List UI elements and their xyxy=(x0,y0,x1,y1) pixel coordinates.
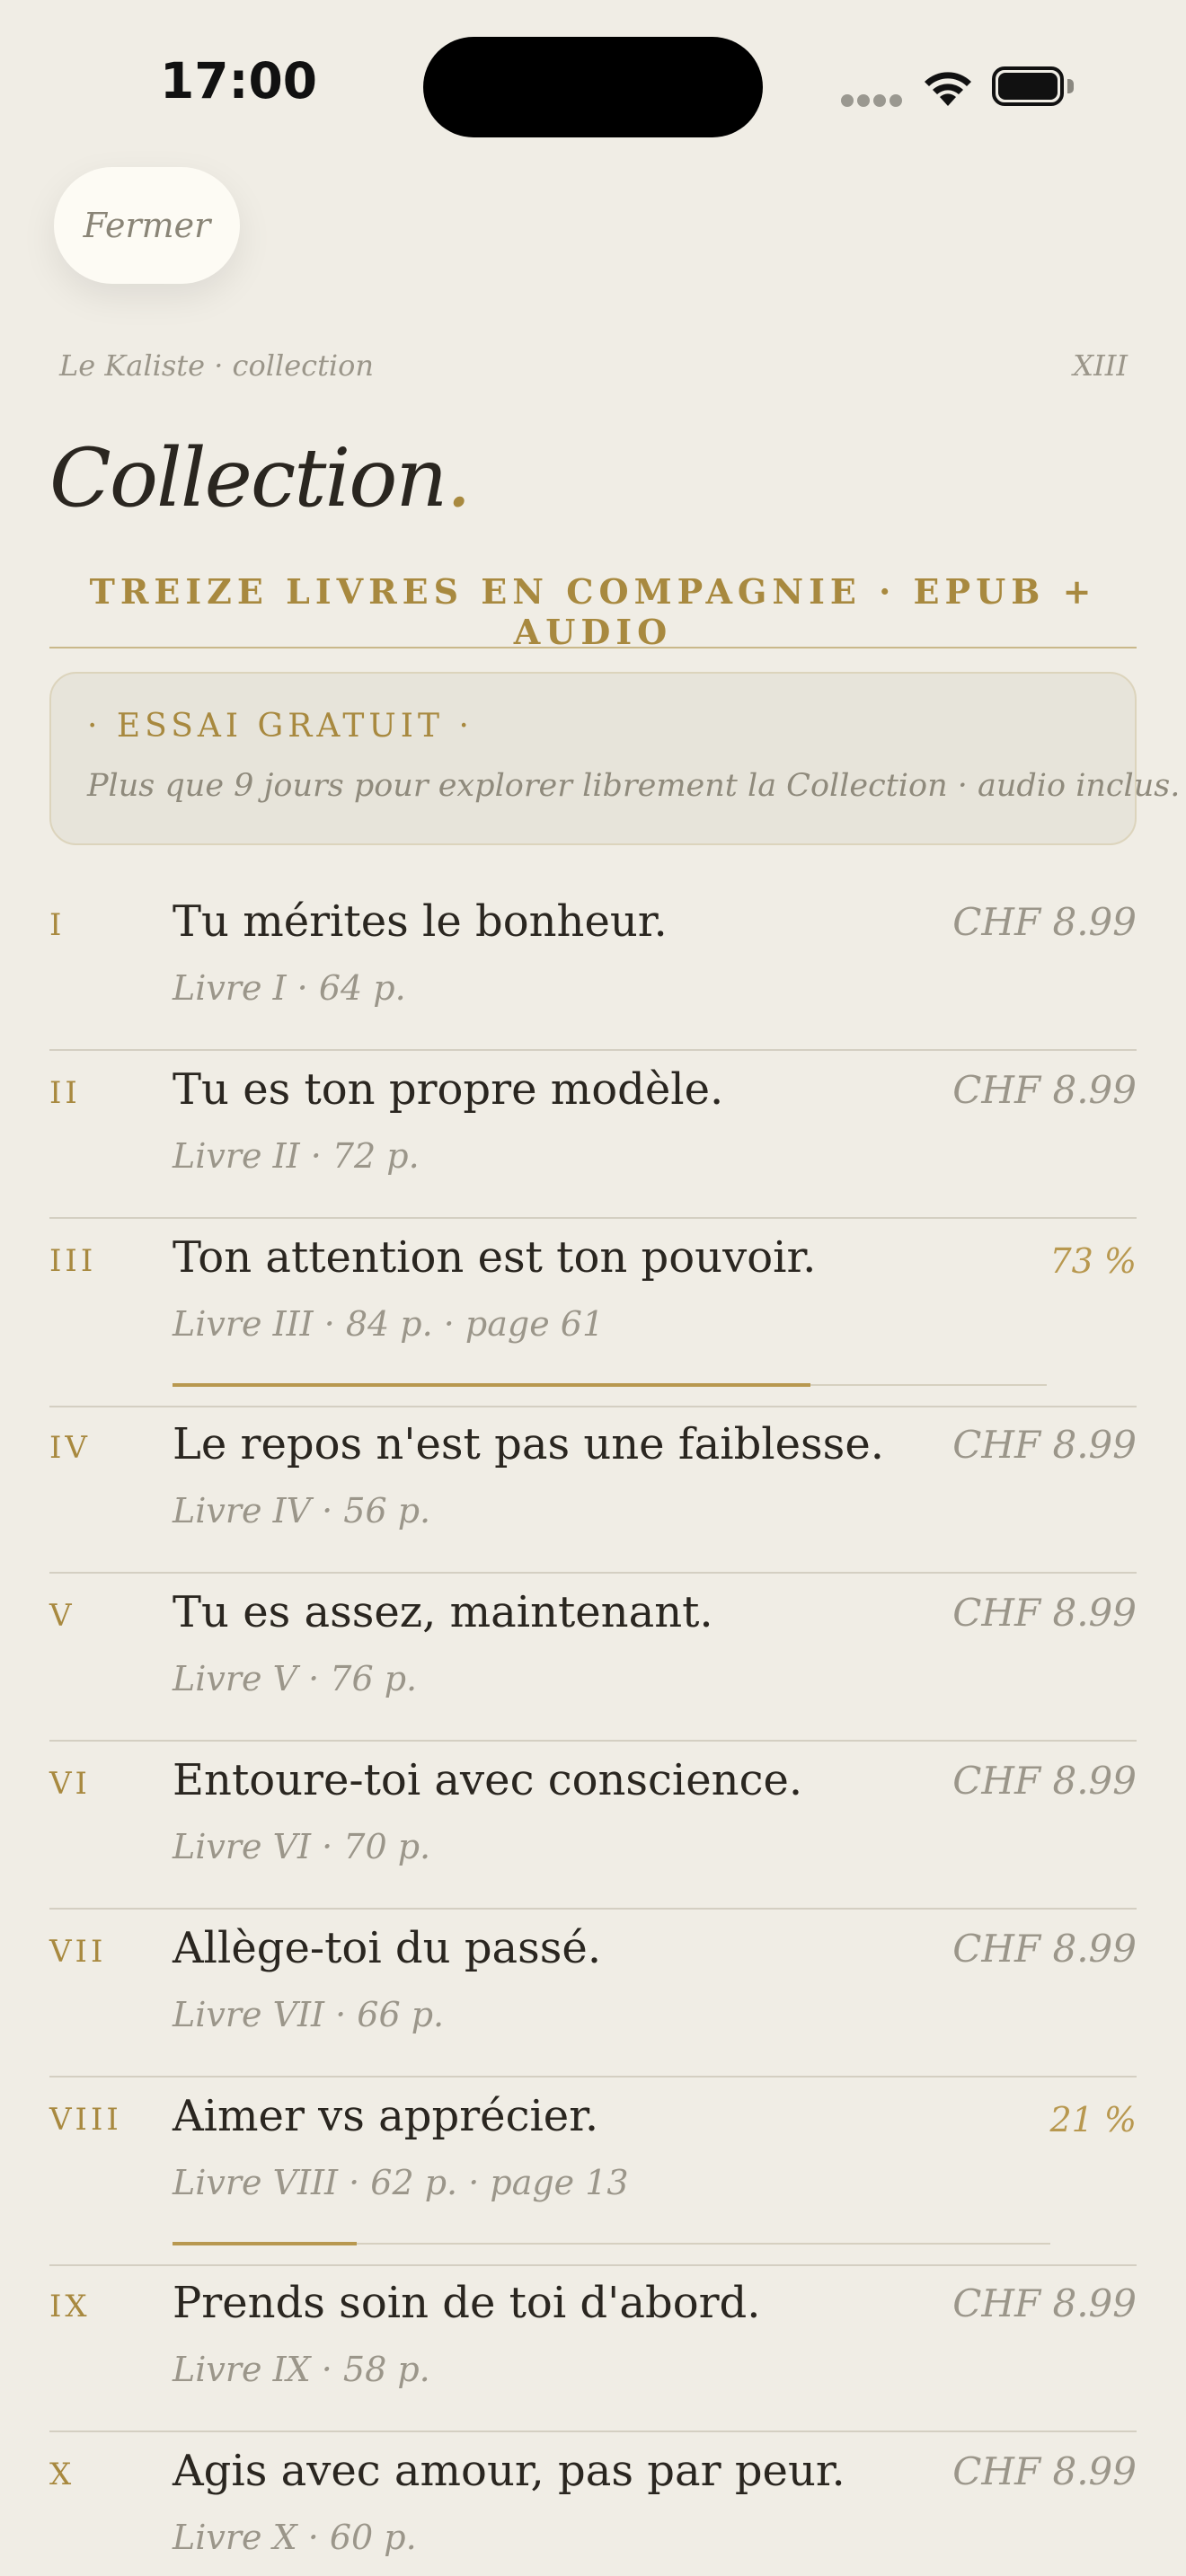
row-divider xyxy=(49,2076,1137,2078)
book-price: CHF 8.99 xyxy=(952,2281,1137,2325)
book-meta: Livre I · 64 p. xyxy=(173,968,406,1008)
book-title: Tu mérites le bonheur. xyxy=(173,896,668,947)
row-divider xyxy=(49,1740,1137,1742)
row-divider xyxy=(49,1572,1137,1574)
book-price: CHF 8.99 xyxy=(952,1927,1137,1971)
volume-number: XIII xyxy=(1073,348,1128,383)
book-price: CHF 8.99 xyxy=(952,1068,1137,1112)
book-meta: Livre X · 60 p. xyxy=(173,2518,417,2557)
book-title: Entoure-toi avec conscience. xyxy=(173,1755,803,1805)
book-numeral: II xyxy=(49,1075,81,1111)
book-numeral: IV xyxy=(49,1430,91,1466)
close-button[interactable]: Fermer xyxy=(54,167,240,284)
book-title: Agis avec amour, pas par peur. xyxy=(173,2446,845,2496)
book-numeral: V xyxy=(49,1598,75,1634)
book-meta: Livre VIII · 62 p. · page 13 xyxy=(173,2163,629,2202)
dynamic-island xyxy=(423,37,763,137)
header-divider xyxy=(49,647,1137,648)
battery-icon xyxy=(992,66,1075,106)
book-meta: Livre IV · 56 p. xyxy=(173,1491,431,1531)
book-price: CHF 8.99 xyxy=(952,900,1137,944)
row-divider xyxy=(49,1217,1137,1219)
book-numeral: VI xyxy=(49,1766,91,1802)
reading-progress-fill xyxy=(173,1383,811,1387)
collection-subtitle: TREIZE LIVRES EN COMPAGNIE · EPUB + AUDI… xyxy=(89,571,1097,652)
book-price: CHF 8.99 xyxy=(952,2449,1137,2493)
book-numeral: IX xyxy=(49,2289,91,2325)
cellular-signal-icon xyxy=(841,94,902,107)
book-title: Tu es assez, maintenant. xyxy=(173,1587,713,1637)
free-trial-card[interactable]: · ESSAI GRATUIT · Plus que 9 jours pour … xyxy=(49,672,1180,845)
brand-line: Le Kaliste · collection xyxy=(59,348,375,383)
row-divider xyxy=(49,2264,1137,2266)
status-bar: 17:00 xyxy=(0,0,1186,171)
reading-progress-label: 21 % xyxy=(1049,2100,1137,2139)
book-numeral: VII xyxy=(49,1934,107,1970)
book-title: Ton attention est ton pouvoir. xyxy=(173,1232,817,1283)
book-price: CHF 8.99 xyxy=(952,1759,1137,1803)
book-numeral: VIII xyxy=(49,2102,122,2138)
book-numeral: I xyxy=(49,907,66,943)
book-price: CHF 8.99 xyxy=(952,1591,1137,1635)
wifi-icon xyxy=(925,72,971,106)
reading-progress-bar xyxy=(173,2242,1050,2245)
row-divider xyxy=(49,2430,1137,2432)
book-meta: Livre VI · 70 p. xyxy=(173,1827,431,1866)
book-price: CHF 8.99 xyxy=(952,1423,1137,1467)
row-divider xyxy=(49,1406,1137,1407)
book-title: Aimer vs apprécier. xyxy=(173,2091,599,2141)
reading-progress-bar xyxy=(173,1383,1047,1387)
row-divider xyxy=(49,1908,1137,1910)
trial-text: Plus que 9 jours pour explorer librement… xyxy=(87,768,1181,804)
book-title: Allège-toi du passé. xyxy=(173,1923,602,1973)
book-numeral: III xyxy=(49,1243,97,1279)
page-title: Collection. xyxy=(49,431,472,525)
book-meta: Livre IX · 58 p. xyxy=(173,2350,430,2389)
book-numeral: X xyxy=(49,2457,75,2492)
trial-title: · ESSAI GRATUIT · xyxy=(87,708,474,745)
book-title: Le repos n'est pas une faiblesse. xyxy=(173,1419,884,1469)
page-title-dot: . xyxy=(446,431,472,525)
book-meta: Livre VII · 66 p. xyxy=(173,1995,445,2034)
status-time: 17:00 xyxy=(160,52,318,110)
book-title: Tu es ton propre modèle. xyxy=(173,1064,724,1115)
book-meta: Livre II · 72 p. xyxy=(173,1136,420,1176)
book-title: Prends soin de toi d'abord. xyxy=(173,2278,761,2328)
reading-progress-fill xyxy=(173,2242,358,2245)
reading-progress-label: 73 % xyxy=(1049,1241,1137,1281)
row-divider xyxy=(49,1049,1137,1051)
book-meta: Livre III · 84 p. · page 61 xyxy=(173,1304,605,1344)
book-meta: Livre V · 76 p. xyxy=(173,1659,418,1698)
page-title-text: Collection xyxy=(49,431,447,525)
